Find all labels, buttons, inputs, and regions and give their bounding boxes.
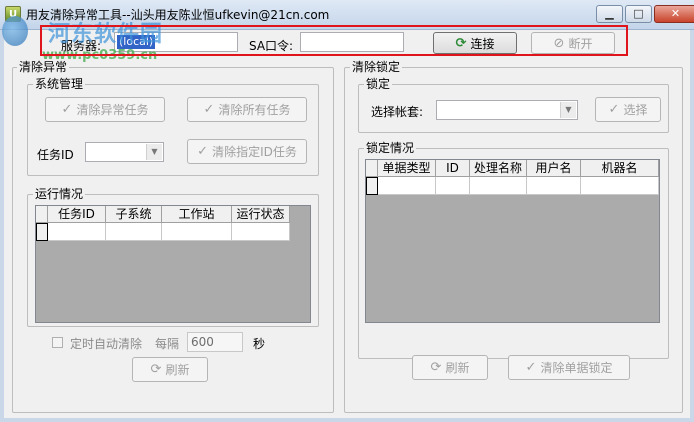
row-selector[interactable] [366,177,378,195]
refresh-icon: ⟳ [430,360,442,375]
clear-all-tasks-label: 清除所有任务 [218,103,291,117]
clear-all-tasks-button[interactable]: ✓ 清除所有任务 [187,97,307,122]
table-cell[interactable] [232,223,290,241]
column-header[interactable]: 运行状态 [232,206,290,223]
table-cell[interactable] [48,223,106,241]
refresh-running-label: 刷新 [165,363,190,377]
table-cell[interactable] [106,223,162,241]
column-header[interactable]: 机器名 [581,160,659,177]
clear-doc-lock-label: 清除单据锁定 [540,361,613,375]
checkmark-icon: ✓ [203,102,215,117]
account-combo[interactable]: ▼ [436,100,578,120]
refresh-running-button[interactable]: ⟳ 刷新 [132,357,208,382]
column-header[interactable]: 处理名称 [470,160,527,177]
lock-status-title: 锁定情况 [364,141,417,155]
column-header[interactable]: ID [436,160,470,177]
lock-status-grid[interactable]: 单据类型 ID 处理名称 用户名 机器名 [365,159,660,323]
highlight-box [40,25,628,56]
auto-clear-label: 定时自动清除 [70,337,143,351]
checkmark-icon: ✓ [525,360,537,375]
checkmark-icon: ✓ [61,102,73,117]
clear-lock-title: 清除锁定 [350,60,403,74]
column-header[interactable]: 工作站 [162,206,232,223]
checkmark-icon: ✓ [608,102,620,117]
table-cell[interactable] [378,177,436,195]
table-cell[interactable] [581,177,659,195]
interval-value: 600 [191,335,214,349]
checkmark-icon: ✓ [197,144,209,159]
seconds-label: 秒 [253,337,266,351]
clear-exception-tasks-button[interactable]: ✓ 清除异常任务 [45,97,165,122]
running-status-title: 运行情况 [33,187,86,201]
table-cell[interactable] [162,223,232,241]
watermark-logo [2,16,28,46]
table-cell[interactable] [436,177,470,195]
close-button[interactable]: ✕ [654,5,694,23]
refresh-icon: ⟳ [150,362,162,377]
interval-label: 每隔 [155,337,180,351]
refresh-lock-button[interactable]: ⟳ 刷新 [412,355,488,380]
clear-exception-tasks-label: 清除异常任务 [76,103,149,117]
maximize-button[interactable]: □ [625,5,652,23]
lock-title: 锁定 [364,77,393,91]
column-header[interactable]: 用户名 [527,160,581,177]
minimize-button[interactable]: ▁ [596,5,623,23]
select-button[interactable]: ✓ 选择 [595,97,661,122]
column-header[interactable]: 任务ID [48,206,106,223]
account-label: 选择帐套: [371,105,424,119]
interval-input[interactable]: 600 [187,332,243,352]
task-id-combo[interactable]: ▼ [85,142,164,162]
clear-by-id-button[interactable]: ✓ 清除指定ID任务 [187,139,307,164]
select-label: 选择 [623,103,648,117]
table-cell[interactable] [470,177,527,195]
column-header[interactable]: 单据类型 [378,160,436,177]
chevron-down-icon[interactable]: ▼ [560,102,576,118]
client-area: 服务器: (local) SA口令: ⟳ 连接 ⊘ 断开 清除异常 系统管理 ✓… [4,30,690,418]
running-status-grid[interactable]: 任务ID 子系统 工作站 运行状态 [35,205,311,323]
system-management-title: 系统管理 [33,77,86,91]
clear-doc-lock-button[interactable]: ✓ 清除单据锁定 [508,355,630,380]
column-header[interactable]: 子系统 [106,206,162,223]
row-selector[interactable] [36,223,48,241]
table-cell[interactable] [527,177,581,195]
clear-by-id-label: 清除指定ID任务 [212,145,297,159]
task-id-label: 任务ID [37,148,74,162]
auto-clear-checkbox[interactable] [52,337,63,348]
grid-corner [366,160,378,177]
grid-corner [36,206,48,223]
chevron-down-icon[interactable]: ▼ [146,144,162,160]
refresh-lock-label: 刷新 [445,361,470,375]
